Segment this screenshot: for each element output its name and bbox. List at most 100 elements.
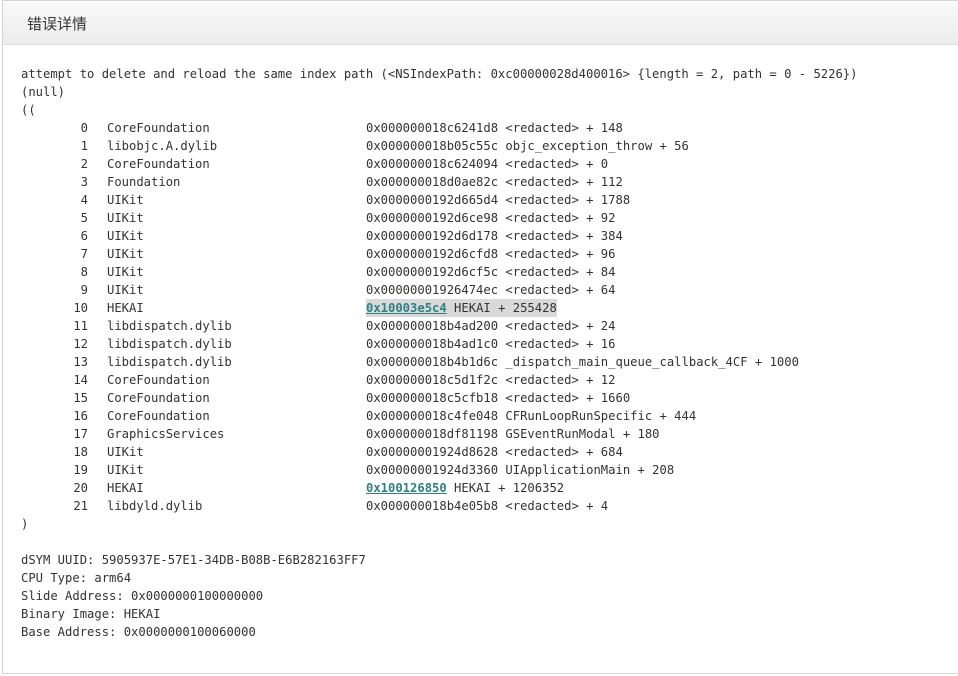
frame-symbol: _dispatch_main_queue_callback_4CF + 1000	[498, 355, 799, 369]
frame-address-symbol: 0x000000018c4fe048 CFRunLoopRunSpecific …	[366, 407, 696, 425]
stack-frame-row: 4 UIKit 0x0000000192d665d4 <redacted> + 17…	[0, 191, 958, 209]
dsym-uuid: dSYM UUID: 5905937E-57E1-34DB-B08B-E6B28…	[21, 553, 366, 567]
frame-symbol: HEKAI + 255428	[446, 301, 557, 315]
frame-library: HEKAI	[107, 301, 144, 315]
frame-index: 1	[80, 139, 88, 153]
frame-symbol: HEKAI + 1206352	[446, 481, 565, 495]
frame-symbol: GSEventRunModal + 180	[498, 427, 660, 441]
stack-frame-row: 6 UIKit 0x0000000192d6d178 <redacted> + 38…	[0, 227, 958, 245]
frame-index: 0	[80, 121, 88, 135]
frame-symbol: <redacted> + 92	[498, 211, 616, 225]
frame-address-symbol: 0x00000001924d3360 UIApplicationMain + 2…	[366, 461, 674, 479]
frame-index: 20	[73, 481, 88, 495]
frame-symbol: <redacted> + 4	[498, 499, 609, 513]
frame-symbol: objc_exception_throw + 56	[498, 139, 689, 153]
frame-address: 0x000000018b4ad200	[366, 319, 499, 333]
frame-index: 8	[80, 265, 88, 279]
slide-address: Slide Address: 0x0000000100000000	[21, 589, 264, 603]
frame-address: 0x000000018b4ad1c0	[366, 337, 499, 351]
frame-address-symbol: 0x000000018d0ae82c <redacted> + 112	[366, 173, 623, 191]
symbolicated-address-link[interactable]: 0x10003e5c4	[366, 301, 447, 315]
frame-index: 18	[73, 445, 88, 459]
frame-library: UIKit	[107, 211, 144, 225]
frame-library: libdyld.dylib	[107, 499, 203, 513]
frame-address: 0x000000018df81198	[366, 427, 499, 441]
symbolicated-address-link[interactable]: 0x100126850	[366, 481, 447, 495]
frame-index: 12	[73, 337, 88, 351]
frame-index: 3	[80, 175, 88, 189]
frame-address: 0x00000001924d3360	[366, 463, 499, 477]
frame-symbol: <redacted> + 0	[498, 157, 609, 171]
frame-library: UIKit	[107, 229, 144, 243]
frame-library: Foundation	[107, 175, 181, 189]
panel-header: 错误详情	[3, 1, 958, 45]
frame-library: CoreFoundation	[107, 391, 210, 405]
frame-address-symbol: 0x0000000192d6d178 <redacted> + 384	[366, 227, 623, 245]
frame-symbol: <redacted> + 96	[498, 247, 616, 261]
frame-library: UIKit	[107, 247, 144, 261]
frame-address-symbol: 0x000000018b4b1d6c _dispatch_main_queue_…	[366, 353, 799, 371]
frame-address-symbol: 0x000000018b4ad1c0 <redacted> + 16	[366, 335, 615, 353]
frame-address: 0x000000018d0ae82c	[366, 175, 499, 189]
frame-address: 0x000000018c5cfb18	[366, 391, 499, 405]
close-paren: )	[21, 517, 29, 531]
frame-address-symbol: 0x000000018c6241d8 <redacted> + 148	[366, 119, 623, 137]
frame-address-symbol: 0x0000000192d665d4 <redacted> + 1788	[366, 191, 630, 209]
stack-frame-row: 9 UIKit 0x00000001926474ec <redacted> + 64	[0, 281, 958, 299]
frame-index: 17	[73, 427, 88, 441]
frame-library: CoreFoundation	[107, 409, 210, 423]
stack-frame-row: 3 Foundation 0x000000018d0ae82c <redacted>…	[0, 173, 958, 191]
frame-symbol: CFRunLoopRunSpecific + 444	[498, 409, 697, 423]
stack-frame-row: 5 UIKit 0x0000000192d6ce98 <redacted> + 92	[0, 209, 958, 227]
frame-address-symbol: 0x000000018df81198 GSEventRunModal + 180	[366, 425, 660, 443]
frame-library: UIKit	[107, 283, 144, 297]
frame-address-symbol: 0x00000001924d8628 <redacted> + 684	[366, 443, 623, 461]
frame-address-symbol: 0x0000000192d6cf5c <redacted> + 84	[366, 263, 615, 281]
frame-symbol: <redacted> + 24	[498, 319, 616, 333]
base-address: Base Address: 0x0000000100060000	[21, 625, 256, 639]
stack-frame-row: 16 CoreFoundation 0x000000018c4fe048 CFRun…	[0, 407, 958, 425]
frame-library: HEKAI	[107, 481, 144, 495]
stack-frame-row: 8 UIKit 0x0000000192d6cf5c <redacted> + 84	[0, 263, 958, 281]
frame-address-symbol: 0x00000001926474ec <redacted> + 64	[366, 281, 615, 299]
stack-frame-row: 14 CoreFoundation 0x000000018c5d1f2c <reda…	[0, 371, 958, 389]
stack-frame-row: 21 libdyld.dylib 0x000000018b4e05b8 <redac…	[0, 497, 958, 515]
frame-address-symbol: 0x000000018c5d1f2c <redacted> + 12	[366, 371, 615, 389]
frame-index: 19	[73, 463, 88, 477]
stack-frame-row: 20 HEKAI 0x100126850 HEKAI + 1206352	[0, 479, 958, 497]
frame-symbol: <redacted> + 64	[498, 283, 616, 297]
frame-address: 0x000000018b4b1d6c	[366, 355, 499, 369]
frame-index: 16	[73, 409, 88, 423]
stack-frame-row: 0 CoreFoundation 0x000000018c6241d8 <redac…	[0, 119, 958, 137]
frame-index: 9	[80, 283, 88, 297]
stack-frame-row: 11 libdispatch.dylib 0x000000018b4ad200 <r…	[0, 317, 958, 335]
stack-frame-row: 18 UIKit 0x00000001924d8628 <redacted> + 6…	[0, 443, 958, 461]
frame-library: UIKit	[107, 193, 144, 207]
stack-frame-row: 19 UIKit 0x00000001924d3360 UIApplicationM…	[0, 461, 958, 479]
frame-symbol: <redacted> + 384	[498, 229, 623, 243]
frame-library: UIKit	[107, 265, 144, 279]
frame-address-symbol: 0x10003e5c4 HEKAI + 255428	[366, 299, 557, 317]
frame-index: 4	[80, 193, 88, 207]
stack-frame-row: 10 HEKAI 0x10003e5c4 HEKAI + 255428	[0, 299, 958, 317]
frame-symbol: <redacted> + 684	[498, 445, 623, 459]
frame-address-symbol: 0x000000018c624094 <redacted> + 0	[366, 155, 608, 173]
stack-frame-row: 15 CoreFoundation 0x000000018c5cfb18 <reda…	[0, 389, 958, 407]
frame-address-symbol: 0x0000000192d6cfd8 <redacted> + 96	[366, 245, 615, 263]
open-paren: ((	[21, 103, 36, 117]
frame-address: 0x000000018b4e05b8	[366, 499, 499, 513]
frame-address: 0x000000018c5d1f2c	[366, 373, 499, 387]
frame-library: UIKit	[107, 445, 144, 459]
frame-symbol: <redacted> + 112	[498, 175, 623, 189]
frame-address: 0x0000000192d6d178	[366, 229, 499, 243]
frame-address: 0x0000000192d6ce98	[366, 211, 499, 225]
panel-title: 错误详情	[27, 15, 88, 33]
stack-frame-row: 13 libdispatch.dylib 0x000000018b4b1d6c _d…	[0, 353, 958, 371]
frame-library: CoreFoundation	[107, 121, 210, 135]
exception-message: attempt to delete and reload the same in…	[21, 67, 858, 81]
frame-address: 0x000000018b05c55c	[366, 139, 499, 153]
binary-image: Binary Image: HEKAI	[21, 607, 161, 621]
frame-address: 0x0000000192d6cf5c	[366, 265, 499, 279]
frame-address: 0x000000018c624094	[366, 157, 499, 171]
frame-address-symbol: 0x000000018b05c55c objc_exception_throw …	[366, 137, 689, 155]
